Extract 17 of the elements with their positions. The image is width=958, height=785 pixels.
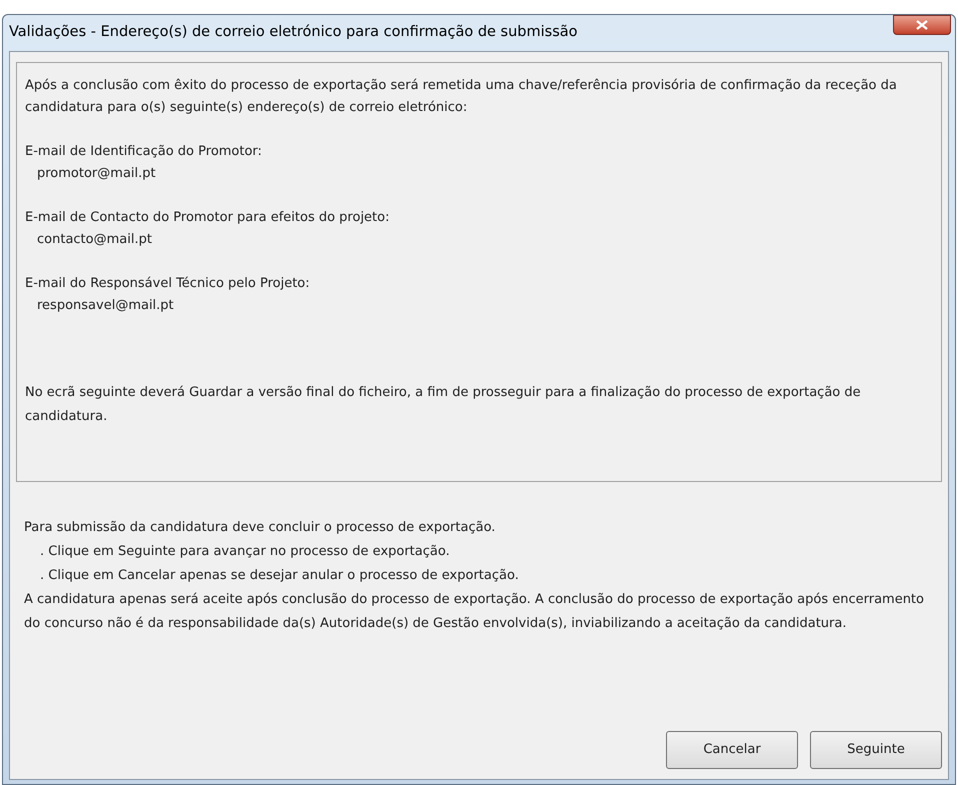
next-button[interactable]: Seguinte xyxy=(810,731,942,769)
close-button[interactable] xyxy=(893,15,951,35)
instruction-step: . Clique em Cancelar apenas se desejar anular o processo de exportação. xyxy=(24,564,934,588)
instruction-step: . Clique em Seguinte para avançar no processo de exportação. xyxy=(24,540,934,564)
window-title: Validações - Endereço(s) de correio eletrónico para confirmação de submissão xyxy=(9,23,578,42)
intro-text: Após a conclusão com êxito do processo de exportação será remetida uma chave/referência provisória de confirmação da receção da candidatura para o(s) seguinte(s) endereço(s) de correio eletrónico: xyxy=(25,77,898,117)
email-address: contacto@mail.pt xyxy=(36,231,153,249)
email-label: E-mail do Responsável Técnico pelo Projeto: xyxy=(25,275,311,293)
email-label: E-mail de Identificação do Promotor: xyxy=(25,143,263,161)
note-text: No ecrã seguinte deverá Guardar a versão final do ficheiro, a fim de prosseguir para a finalização do processo de exportação de candidatura. xyxy=(25,384,862,426)
cancel-button[interactable]: Cancelar xyxy=(666,731,798,769)
instruction-text: A candidatura apenas será aceite após conclusão do processo de exportação. A conclusão do processo de exportação após encerramento do concurso não é da responsabilidade da(s) Autoridade(s) de Gestão envolvida(s), inviabilizando a aceitação da candidatura. xyxy=(24,591,925,633)
email-label: E-mail de Contacto do Promotor para efeitos do projeto: xyxy=(25,209,390,227)
email-address: responsavel@mail.pt xyxy=(36,297,175,315)
email-address: promotor@mail.pt xyxy=(36,165,157,183)
instruction-text: Para submissão da candidatura deve concluir o processo de exportação. xyxy=(24,519,496,537)
close-icon xyxy=(916,20,928,30)
